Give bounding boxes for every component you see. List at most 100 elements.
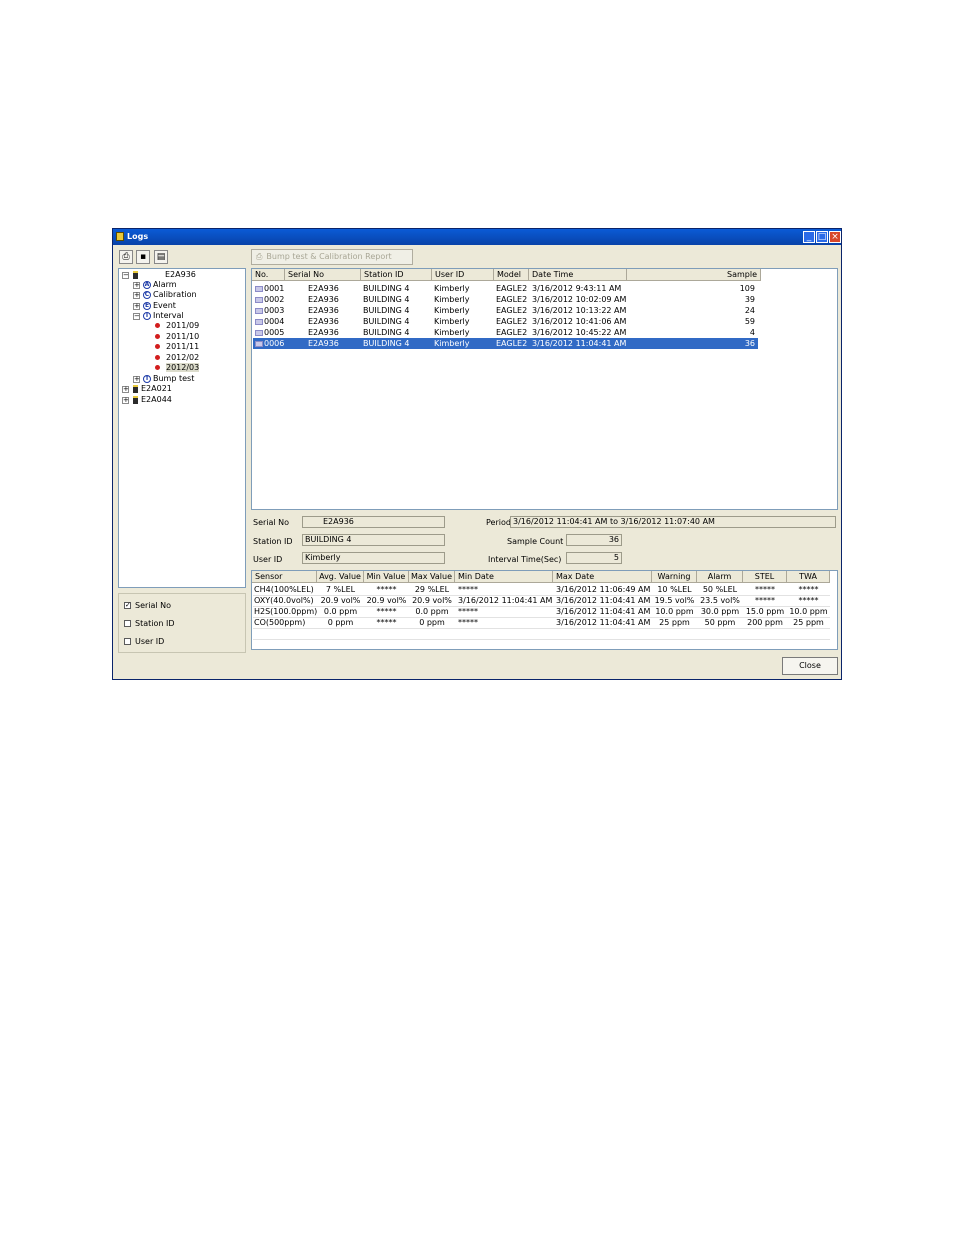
sensor-header[interactable]: TWA xyxy=(787,571,830,583)
title-bar[interactable]: Logs _ □ × xyxy=(113,229,841,245)
tree-node-month[interactable]: 2011/09 xyxy=(155,321,199,331)
row-divider xyxy=(253,595,830,596)
column-header-serial-no[interactable]: Serial No xyxy=(285,269,361,281)
expand-toggle[interactable]: + xyxy=(133,292,140,299)
sample-count-value: 36 xyxy=(566,534,622,546)
serial-no-label: Serial No xyxy=(135,601,172,610)
column-header-model[interactable]: Model xyxy=(494,269,529,281)
sensor-max-date: 3/16/2012 11:04:41 AM xyxy=(556,596,651,605)
tree-node-device[interactable]: E2A044 xyxy=(133,395,172,405)
tree-node-interval[interactable]: I Interval xyxy=(143,311,184,321)
sensor-alarm: 23.5 vol% xyxy=(700,596,740,605)
alarm-icon: A xyxy=(143,280,151,289)
expand-toggle[interactable]: + xyxy=(122,386,129,393)
sensor-min-date: ***** xyxy=(458,618,478,627)
expand-toggle[interactable]: + xyxy=(133,303,140,310)
device-icon xyxy=(133,384,138,393)
sensor-warning: 25 ppm xyxy=(659,618,690,627)
tree-node-device[interactable]: E2A021 xyxy=(133,384,172,394)
sensor-summary-table[interactable]: Sensor Avg. Value Min Value Max Value Mi… xyxy=(251,570,838,650)
log-serial: E2A936 xyxy=(308,317,339,326)
interval-time-label: Interval Time(Sec) xyxy=(488,555,562,564)
close-button[interactable]: Close xyxy=(782,657,838,675)
column-header-sample[interactable]: Sample xyxy=(627,269,761,281)
log-model: EAGLE2 xyxy=(496,295,528,304)
maximize-button[interactable]: □ xyxy=(816,231,828,243)
filter-panel: ✓ Serial No Station ID User ID xyxy=(118,593,246,653)
log-flag-icon xyxy=(255,318,263,325)
log-user: Kimberly xyxy=(434,328,470,337)
user-id-checkbox[interactable] xyxy=(124,638,131,645)
serial-no-checkbox[interactable]: ✓ xyxy=(124,602,131,609)
clipboard-icon: ▤ xyxy=(156,252,166,262)
tree-node-device[interactable]: E2A936 xyxy=(133,270,196,280)
window-title: Logs xyxy=(127,232,149,241)
sensor-alarm: 30.0 ppm xyxy=(700,607,740,616)
log-user: Kimberly xyxy=(434,295,470,304)
row-divider xyxy=(253,628,830,629)
sample-count-label: Sample Count xyxy=(507,537,564,546)
log-flag-icon xyxy=(255,329,263,336)
log-list[interactable]: No. Serial No Station ID User ID Model D… xyxy=(251,268,838,510)
tree-node-month-selected[interactable]: 2012/03 xyxy=(155,363,200,373)
sensor-min: ***** xyxy=(376,618,397,627)
print-button[interactable]: ⎙ xyxy=(119,250,133,264)
log-serial: E2A936 xyxy=(308,339,339,348)
log-details: Serial No E2A936 Station ID BUILDING 4 U… xyxy=(251,513,838,571)
column-header-no[interactable]: No. xyxy=(252,269,285,281)
sensor-header[interactable]: Max Value xyxy=(409,571,455,583)
log-row[interactable]: 0001 E2A936 BUILDING 4 Kimberly EAGLE2 3… xyxy=(253,283,758,294)
collapse-toggle[interactable]: − xyxy=(133,313,140,320)
tree-node-calibration[interactable]: C Calibration xyxy=(143,290,197,300)
log-row-selected[interactable]: 0006 E2A936 BUILDING 4 Kimberly EAGLE2 3… xyxy=(253,338,758,349)
sensor-header[interactable]: Avg. Value xyxy=(317,571,364,583)
log-model: EAGLE2 xyxy=(496,328,528,337)
tree-node-event[interactable]: E Event xyxy=(143,301,176,311)
log-row[interactable]: 0002 E2A936 BUILDING 4 Kimberly EAGLE2 3… xyxy=(253,294,758,305)
log-user: Kimberly xyxy=(434,284,470,293)
sensor-alarm: 50 %LEL xyxy=(702,585,738,594)
tree-node-month[interactable]: 2012/02 xyxy=(155,353,199,363)
log-serial: E2A936 xyxy=(308,328,339,337)
sensor-header[interactable]: Warning xyxy=(652,571,697,583)
collapse-toggle[interactable]: − xyxy=(122,272,129,279)
log-station: BUILDING 4 xyxy=(363,328,410,337)
column-header-date-time[interactable]: Date Time xyxy=(529,269,627,281)
sensor-header[interactable]: Min Value xyxy=(364,571,409,583)
log-datetime: 3/16/2012 11:04:41 AM xyxy=(532,339,627,348)
log-station: BUILDING 4 xyxy=(363,295,410,304)
expand-toggle[interactable]: + xyxy=(133,376,140,383)
sensor-header[interactable]: Sensor xyxy=(252,571,317,583)
station-id-checkbox[interactable] xyxy=(124,620,131,627)
sensor-header[interactable]: Max Date xyxy=(553,571,652,583)
log-row[interactable]: 0005 E2A936 BUILDING 4 Kimberly EAGLE2 3… xyxy=(253,327,758,338)
bump-calibration-report-button[interactable]: ⎙ Bump test & Calibration Report xyxy=(251,249,413,265)
log-user: Kimberly xyxy=(434,306,470,315)
minimize-button[interactable]: _ xyxy=(803,231,815,243)
sensor-warning: 10.0 ppm xyxy=(655,607,694,616)
log-row[interactable]: 0003 E2A936 BUILDING 4 Kimberly EAGLE2 3… xyxy=(253,305,758,316)
tree-node-month[interactable]: 2011/11 xyxy=(155,342,199,352)
tree-node-month[interactable]: 2011/10 xyxy=(155,332,199,342)
expand-toggle[interactable]: + xyxy=(122,397,129,404)
save-button[interactable]: ▪ xyxy=(136,250,150,264)
sensor-header[interactable]: Alarm xyxy=(697,571,743,583)
device-tree[interactable]: − E2A936 + A Alarm + C Calibration + E Even… xyxy=(118,268,246,588)
sensor-header[interactable]: Min Date xyxy=(455,571,553,583)
sensor-avg: 0 ppm xyxy=(327,618,354,627)
sensor-stel: ***** xyxy=(755,596,775,605)
data-dot-icon xyxy=(155,365,160,370)
row-divider xyxy=(253,639,830,640)
tree-node-alarm[interactable]: A Alarm xyxy=(143,280,177,290)
log-sample: 39 xyxy=(744,295,755,304)
station-id-label: Station ID xyxy=(135,619,175,628)
tree-node-bump-test[interactable]: T Bump test xyxy=(143,374,194,384)
sensor-header[interactable]: STEL xyxy=(743,571,787,583)
clipboard-button[interactable]: ▤ xyxy=(154,250,168,264)
close-window-button[interactable]: × xyxy=(829,231,841,243)
column-header-user-id[interactable]: User ID xyxy=(432,269,494,281)
expand-toggle[interactable]: + xyxy=(133,282,140,289)
log-row[interactable]: 0004 E2A936 BUILDING 4 Kimberly EAGLE2 3… xyxy=(253,316,758,327)
sensor-avg: 0.0 ppm xyxy=(323,607,358,616)
column-header-station-id[interactable]: Station ID xyxy=(361,269,432,281)
